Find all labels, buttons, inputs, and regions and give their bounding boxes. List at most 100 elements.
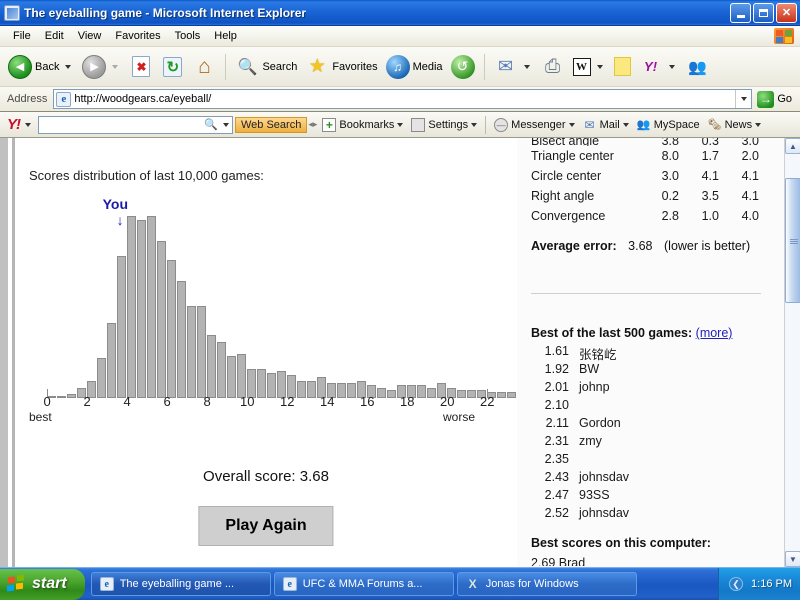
address-url-text: http://woodgears.ca/eyeball/ <box>74 93 212 105</box>
yahoo-mail-button[interactable]: Mail <box>579 117 633 133</box>
window-title: The eyeballing game - Microsoft Internet… <box>24 5 307 20</box>
clock[interactable]: 1:16 PM <box>751 578 792 590</box>
show-hidden-icons-chevron[interactable] <box>729 577 744 591</box>
yahoo-mail-label: Mail <box>599 118 620 131</box>
results-row: Triangle center 8.0 1.7 2.0 <box>531 146 761 166</box>
yahoo-messenger-button[interactable]: Messenger <box>490 117 578 133</box>
taskbar-item-label: The eyeballing game ... <box>119 578 235 590</box>
scroll-up-button[interactable]: ▲ <box>785 138 800 154</box>
yahoo-search-field[interactable]: 🔍 <box>38 115 233 134</box>
settings-icon <box>411 117 426 132</box>
page-scrollbar[interactable]: ▲ ▼ <box>784 138 800 567</box>
search-button[interactable]: Search <box>231 53 301 81</box>
forward-button[interactable] <box>78 53 125 81</box>
app-icon <box>4 4 20 21</box>
histogram-bar <box>237 354 246 398</box>
best500-score: 2.35 <box>544 452 569 466</box>
yahoo-button[interactable] <box>635 53 682 81</box>
taskbar-item-ufc[interactable]: UFC & MMA Forums a... <box>273 572 454 596</box>
print-button[interactable] <box>537 53 569 81</box>
messenger-button[interactable] <box>682 53 714 81</box>
axis-tick-label: 18 <box>400 394 415 409</box>
histogram-bars <box>47 216 546 398</box>
menu-view[interactable]: View <box>71 28 109 44</box>
stop-button[interactable] <box>125 54 157 79</box>
menu-favorites[interactable]: Favorites <box>108 28 167 44</box>
notes-button[interactable] <box>610 55 635 78</box>
scrollbar-thumb[interactable] <box>785 178 800 303</box>
yahoo-toolbar: Y! 🔍 Web Search ◂▸ Bookmarks Settings Me… <box>0 112 800 138</box>
best500-more-link[interactable]: (more) <box>696 326 733 340</box>
restore-button[interactable] <box>753 2 774 23</box>
best500-row: 2.01 johnp <box>531 380 761 398</box>
title-bar: The eyeballing game - Microsoft Internet… <box>0 0 800 26</box>
mail-button[interactable] <box>490 53 537 81</box>
ie-page-icon <box>56 91 72 107</box>
mail-icon <box>583 118 597 132</box>
close-button[interactable]: ✕ <box>776 2 797 23</box>
messenger-people-icon <box>686 55 710 79</box>
yahoo-news-button[interactable]: News <box>704 117 766 133</box>
x-axis <box>29 389 528 396</box>
yahoo-logo-icon[interactable]: Y! <box>3 116 22 133</box>
media-button[interactable]: Media <box>382 53 447 81</box>
history-button[interactable] <box>447 53 479 81</box>
histogram-bar <box>167 260 176 398</box>
axis-tick-label: 22 <box>480 394 495 409</box>
menu-edit[interactable]: Edit <box>38 28 71 44</box>
back-button[interactable]: Back <box>4 53 78 81</box>
histogram-bar <box>157 241 166 398</box>
yahoo-myspace-button[interactable]: MySpace <box>633 117 704 133</box>
minimize-button[interactable] <box>730 2 751 23</box>
chevron-down-icon <box>568 122 575 127</box>
chevron-down-icon[interactable] <box>596 64 603 69</box>
results-row-value: 0.3 <box>701 138 719 146</box>
yahoo-settings-button[interactable]: Settings <box>407 117 481 133</box>
results-table: Bisect angle 3.8 0.3 3.0 Triangle center 8.0 1… <box>531 138 761 226</box>
menu-help[interactable]: Help <box>207 28 244 44</box>
best500-name: johnsdav <box>579 506 630 520</box>
average-error-label: Average error: <box>531 239 617 253</box>
yahoo-bookmarks-label: Bookmarks <box>339 118 395 131</box>
results-column: Bisect angle 3.8 0.3 3.0 Triangle center 8.0 1… <box>517 138 784 567</box>
chevron-down-icon[interactable] <box>223 122 229 127</box>
edit-word-icon <box>572 57 591 76</box>
back-label: Back <box>35 60 60 73</box>
best500-row: 2.47 93SS <box>531 488 761 506</box>
go-button[interactable]: Go <box>752 90 800 108</box>
favorites-button[interactable]: Favorites <box>301 53 381 81</box>
taskbar-item-jonas[interactable]: Jonas for Windows <box>456 572 637 596</box>
home-button[interactable] <box>188 53 220 81</box>
start-button[interactable]: start <box>0 568 85 600</box>
menu-file[interactable]: File <box>6 28 38 44</box>
chevron-down-icon[interactable] <box>668 64 675 69</box>
address-input[interactable]: http://woodgears.ca/eyeball/ <box>53 89 753 109</box>
minimize-icon <box>736 14 745 18</box>
scroll-down-button[interactable]: ▼ <box>785 551 800 567</box>
edit-word-button[interactable] <box>569 56 610 78</box>
chevron-down-icon[interactable] <box>25 122 31 127</box>
toolbar-overflow-icon[interactable]: ◂▸ <box>307 119 318 130</box>
results-row-value: 0.2 <box>661 189 679 203</box>
yahoo-bookmarks-button[interactable]: Bookmarks <box>318 117 407 133</box>
play-again-button[interactable]: Play Again <box>198 506 334 546</box>
best500-row: 2.11 Gordon <box>531 416 761 434</box>
refresh-button[interactable] <box>157 55 188 79</box>
menu-tools[interactable]: Tools <box>168 28 208 44</box>
chevron-down-icon[interactable] <box>523 64 530 69</box>
yahoo-search-input[interactable] <box>39 116 203 133</box>
results-row-value: 2.0 <box>741 149 759 163</box>
taskbar-item-eyeballing[interactable]: The eyeballing game ... <box>90 572 271 596</box>
web-search-button[interactable]: Web Search <box>235 116 308 133</box>
results-row-value: 4.1 <box>701 169 719 183</box>
home-icon <box>192 55 216 79</box>
results-row-value: 1.0 <box>701 209 719 223</box>
results-row-value: 1.7 <box>701 149 719 163</box>
search-icon <box>235 55 259 79</box>
address-dropdown-button[interactable] <box>735 90 751 108</box>
ie-icon <box>282 577 297 591</box>
you-arrow-icon: ↓ <box>116 212 124 228</box>
yahoo-settings-label: Settings <box>428 118 469 131</box>
chevron-down-icon[interactable] <box>65 64 72 69</box>
results-row-value: 4.0 <box>741 209 759 223</box>
